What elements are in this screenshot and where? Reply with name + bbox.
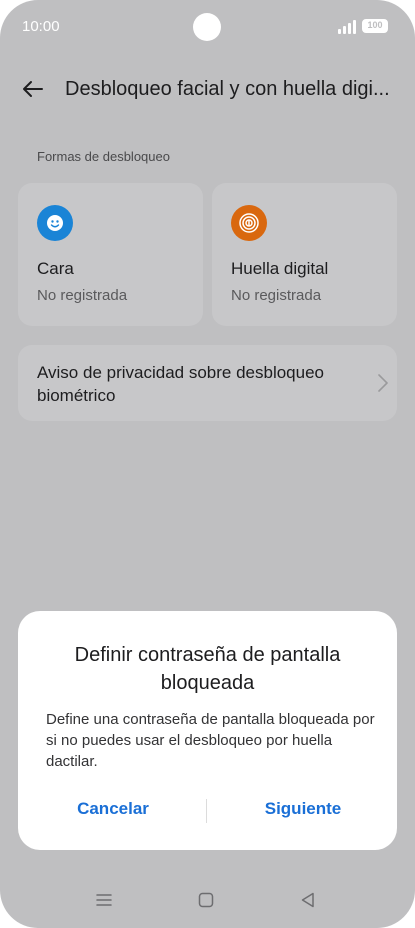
dialog-message: Define una contraseña de pantalla bloque… [46,711,375,770]
card-title: Huella digital [231,259,329,278]
set-lockscreen-password-dialog: Definir contraseña de pantalla bloqueada… [18,611,397,850]
cancel-button[interactable]: Cancelar [43,799,183,819]
button-divider [206,799,207,823]
header: Desbloqueo facial y con huella digi... [0,70,415,110]
card-status: No registrada [37,287,128,304]
next-button[interactable]: Siguiente [228,799,378,819]
face-icon [37,205,73,241]
fingerprint-icon [231,205,267,241]
home-icon[interactable] [196,890,216,910]
section-label: Formas de desbloqueo [37,149,170,164]
menu-icon[interactable] [94,890,114,910]
chevron-right-icon [378,374,388,392]
status-bar: 10:00 100 [0,0,415,56]
status-time: 10:00 [22,18,60,35]
dialog-title: Definir contraseña de pantalla bloqueada [74,644,341,694]
front-camera [193,13,221,41]
battery-icon: 100 [362,19,388,33]
privacy-notice-item[interactable]: Aviso de privacidad sobre desbloqueo bio… [18,345,397,421]
face-unlock-card[interactable]: Cara No registrada [18,183,203,326]
signal-icon [338,20,358,34]
back-arrow-icon[interactable] [20,76,46,102]
phone-screen: 10:00 100 Desbloqueo facial y con huella… [0,0,415,928]
card-status: No registrada [231,287,322,304]
system-navigation-bar [0,880,415,924]
privacy-notice-label: Aviso de privacidad sobre desbloqueo bio… [37,363,324,405]
fingerprint-unlock-card[interactable]: Huella digital No registrada [212,183,397,326]
back-triangle-icon[interactable] [298,890,318,910]
page-title: Desbloqueo facial y con huella digi... [65,78,390,100]
card-title: Cara [37,259,74,278]
